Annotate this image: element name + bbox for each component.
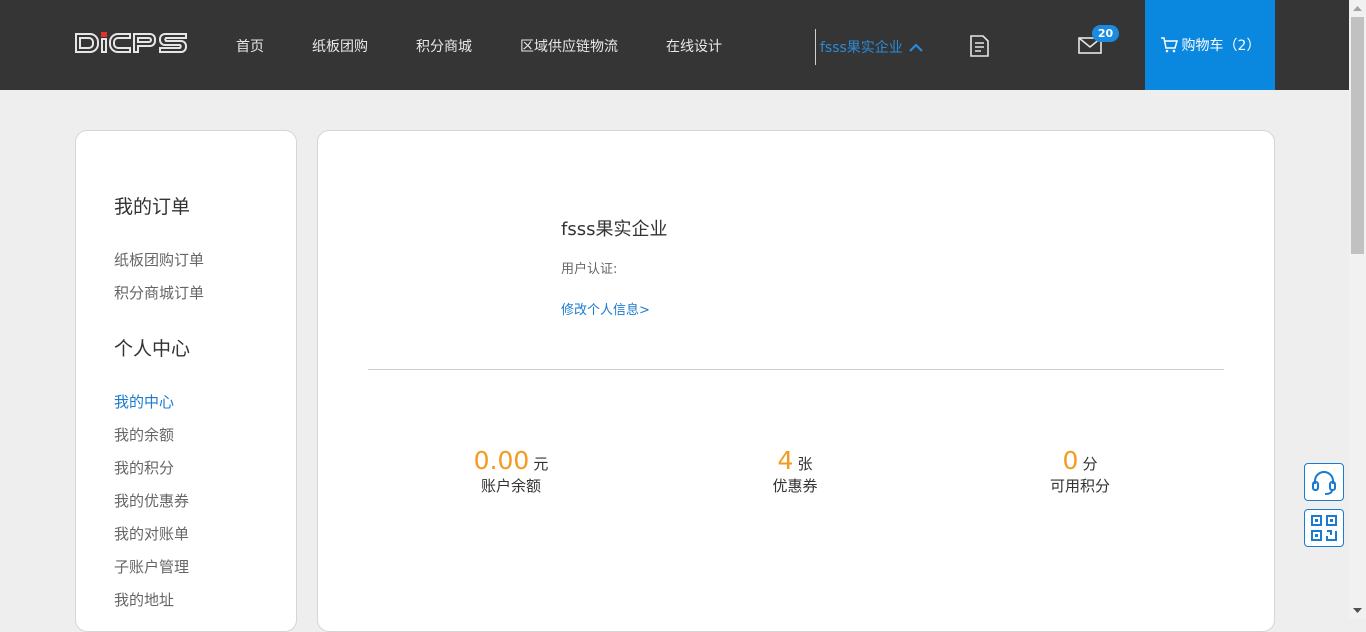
qr-code-button[interactable] [1304,509,1344,547]
section-divider [368,369,1224,370]
stat-coupons-unit: 张 [797,455,813,473]
user-menu[interactable]: fsss果实企业 [820,37,923,57]
cart-button[interactable]: 购物车（2） [1145,0,1275,90]
scroll-down-arrow-icon[interactable] [1349,602,1366,619]
stat-coupons[interactable]: 4张 优惠券 [695,446,895,496]
scroll-up-arrow-icon[interactable] [1349,0,1366,17]
nav-home[interactable]: 首页 [236,36,264,56]
nav-online-design[interactable]: 在线设计 [666,36,722,56]
dicps-logo[interactable] [74,30,188,56]
sidebar-item-my-points[interactable]: 我的积分 [114,457,174,478]
company-name: fsss果实企业 [561,219,668,240]
cart-icon [1160,37,1178,53]
top-header: 首页 纸板团购 积分商城 区域供应链物流 在线设计 fsss果实企业 20 购物… [0,0,1349,90]
stat-balance[interactable]: 0.00 元 账户余额 [411,446,611,496]
sidebar: 我的订单 纸板团购订单 积分商城订单 个人中心 我的中心 我的余额 我的积分 我… [75,130,297,632]
stat-points[interactable]: 0分 可用积分 [980,446,1180,496]
logo-graphic [75,32,187,53]
certification-label: 用户认证: [561,262,618,277]
sidebar-item-my-center[interactable]: 我的中心 [114,391,174,412]
nav-supply-chain-logistics[interactable]: 区域供应链物流 [520,36,618,56]
stat-points-value: 0 [1062,446,1079,475]
orders-section-title: 我的订单 [114,196,191,218]
stat-points-unit: 分 [1082,455,1098,473]
vertical-scrollbar[interactable] [1349,0,1366,619]
stat-balance-unit: 元 [533,455,549,473]
headset-icon [1312,471,1336,495]
personal-section-title: 个人中心 [114,338,191,360]
document-icon[interactable] [968,35,990,57]
sidebar-item-my-statements[interactable]: 我的对账单 [114,523,189,544]
stat-points-label: 可用积分 [1049,477,1110,495]
sidebar-item-my-addresses[interactable]: 我的地址 [114,589,174,610]
sidebar-item-my-balance[interactable]: 我的余额 [114,424,174,445]
header-divider [815,29,816,65]
cart-label: 购物车（2） [1181,38,1261,54]
nav-board-group-buy[interactable]: 纸板团购 [312,36,368,56]
user-name: fsss果实企业 [820,40,903,56]
message-count-badge: 20 [1092,25,1119,42]
main-panel: fsss果实企业 用户认证: 修改个人信息> 0.00 元 账户余额 4张 优惠券… [317,130,1275,632]
sidebar-item-points-orders[interactable]: 积分商城订单 [114,282,204,303]
customer-service-button[interactable] [1304,463,1344,501]
stat-coupons-label: 优惠券 [772,477,818,495]
stat-coupons-value: 4 [777,446,794,475]
sidebar-item-board-orders[interactable]: 纸板团购订单 [114,249,204,270]
sidebar-item-sub-accounts[interactable]: 子账户管理 [114,556,189,577]
edit-profile-link[interactable]: 修改个人信息> [561,299,650,318]
chevron-up-icon [909,43,923,52]
nav-points-mall[interactable]: 积分商城 [416,36,472,56]
stat-balance-label: 账户余额 [480,477,541,495]
sidebar-item-my-coupons[interactable]: 我的优惠券 [114,490,189,511]
scroll-thumb[interactable] [1351,17,1364,254]
qr-code-icon [1311,515,1337,541]
stat-balance-value: 0.00 [473,446,530,475]
